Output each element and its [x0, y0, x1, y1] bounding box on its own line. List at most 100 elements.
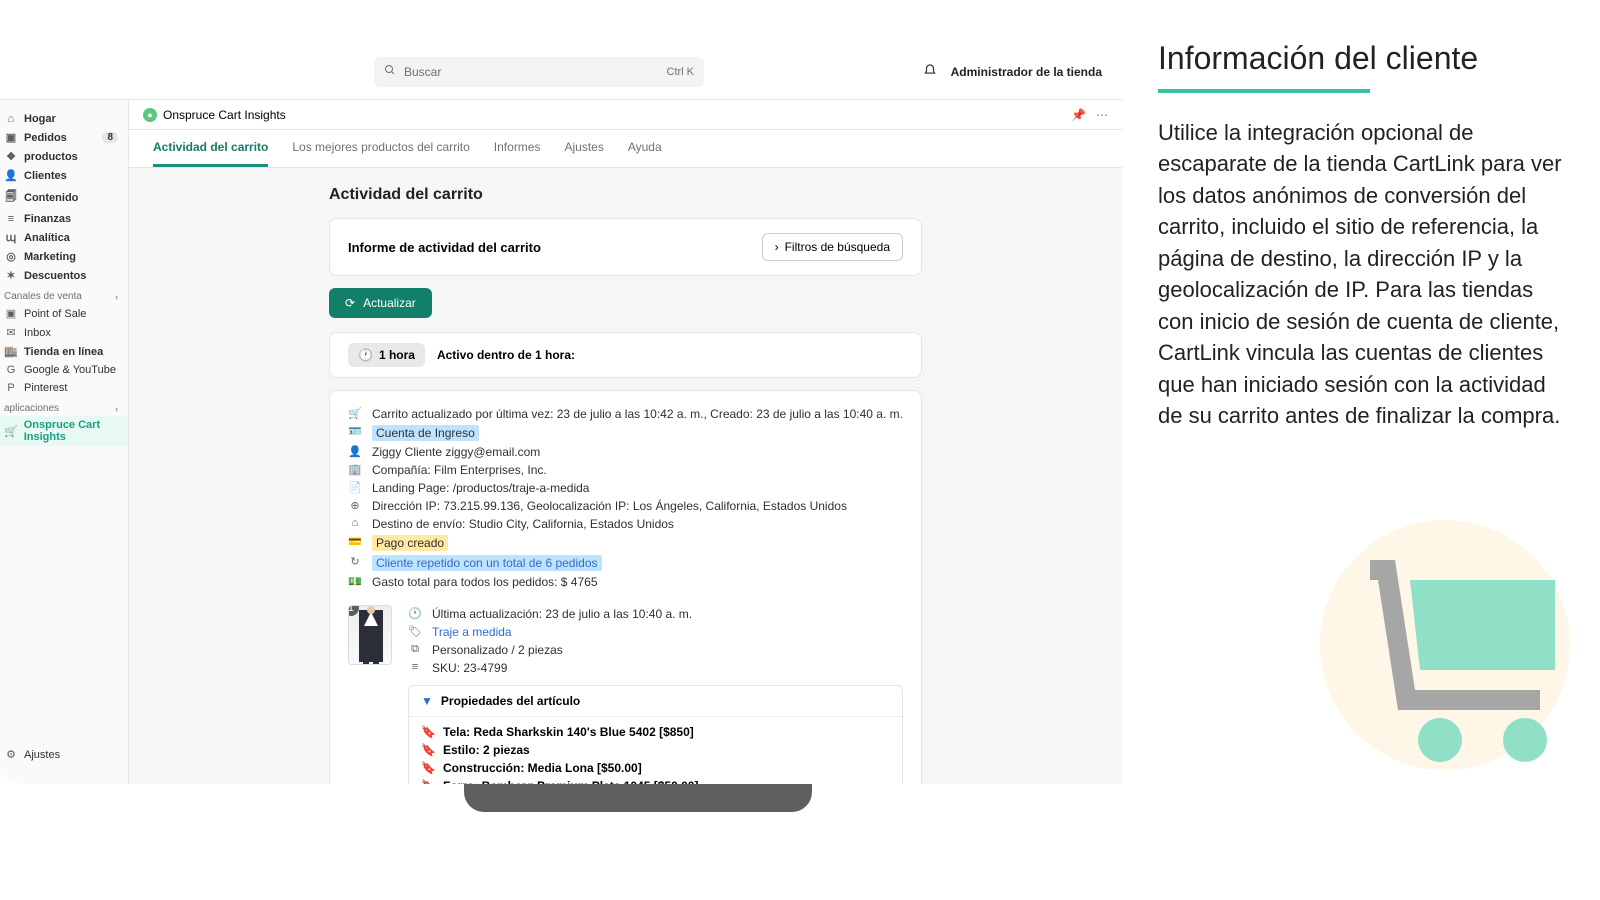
nav-content[interactable]: 🗐Contenido — [0, 185, 128, 210]
clock-icon: 🕐 — [358, 348, 373, 362]
app-logo-icon: ● — [143, 108, 157, 122]
prod-sku: ≡SKU: 23-4799 — [408, 659, 903, 677]
row-spend: 💵Gasto total para todos los pedidos: $ 4… — [348, 573, 903, 591]
device-stand — [464, 784, 812, 812]
gear-icon: ⚙ — [4, 748, 18, 761]
tag-icon: 🏷 — [408, 625, 422, 638]
user-menu[interactable]: Administrador de la tienda — [951, 65, 1102, 79]
time-chip[interactable]: 🕐 1 hora — [348, 343, 425, 367]
search-shortcut: Ctrl K — [667, 66, 695, 78]
channel-inbox[interactable]: ✉Inbox — [0, 323, 128, 342]
filter-icon: ▼ — [421, 694, 433, 708]
chevron-right-icon: › — [115, 292, 118, 302]
channel-google[interactable]: GGoogle & YouTube — [0, 361, 128, 379]
update-button[interactable]: ⟳ Actualizar — [329, 288, 432, 318]
page-icon: 📄 — [348, 481, 362, 494]
row-last-update: 🛒Carrito actualizado por última vez: 23 … — [348, 405, 903, 423]
row-login: 🪪Cuenta de Ingreso — [348, 423, 903, 443]
pinterest-icon: P — [4, 382, 18, 394]
money-icon: 💵 — [348, 575, 362, 588]
tab-cart-activity[interactable]: Actividad del carrito — [153, 130, 268, 167]
promo-body: Utilice la integración opcional de escap… — [1158, 117, 1570, 432]
nav-discounts[interactable]: ✶Descuentos — [0, 266, 128, 285]
nav-products[interactable]: ❖productos — [0, 147, 128, 166]
cart-detail-card: 🛒Carrito actualizado por última vez: 23 … — [329, 390, 922, 784]
filters-button[interactable]: › Filtros de búsqueda — [762, 233, 903, 261]
nav-marketing[interactable]: ◎Marketing — [0, 247, 128, 266]
analytics-icon: պ — [4, 231, 18, 244]
section-channels[interactable]: Canales de venta› — [0, 285, 128, 304]
home-icon: ⌂ — [348, 517, 362, 529]
tab-settings[interactable]: Ajustes — [564, 130, 603, 167]
copy-icon: ⧉ — [408, 643, 422, 656]
pin-icon[interactable]: 📌 — [1071, 108, 1086, 122]
chevron-right-icon: › — [115, 404, 118, 414]
clock-icon: 🕐 — [408, 607, 422, 620]
app-header: ● Onspruce Cart Insights 📌 ⋯ — [129, 100, 1122, 130]
promo-underline — [1158, 89, 1370, 93]
topbar: Buscar Ctrl K Administrador de la tienda — [0, 44, 1122, 100]
prop-item: 🔖Estilo: 2 piezas — [421, 741, 890, 759]
row-ship: ⌂Destino de envío: Studio City, Californ… — [348, 515, 903, 533]
product-row: 1 🕐Última actualización: 23 de julio a l… — [348, 605, 903, 784]
channel-online-store[interactable]: 🏬Tienda en línea — [0, 342, 128, 361]
bookmark-icon: 🔖 — [421, 761, 435, 775]
time-label: Activo dentro de 1 hora: — [437, 348, 575, 362]
prod-name[interactable]: 🏷Traje a medida — [408, 623, 903, 641]
card-icon: 💳 — [348, 535, 362, 548]
promo-cart-illustration — [1320, 520, 1570, 770]
bookmark-icon: 🔖 — [421, 725, 435, 739]
nav-finance[interactable]: ≡Finanzas — [0, 210, 128, 228]
tab-help[interactable]: Ayuda — [628, 130, 662, 167]
app-onspruce[interactable]: 🛒Onspruce Cart Insights — [0, 416, 128, 446]
props-title-row[interactable]: ▼ Propiedades del artículo — [409, 686, 902, 717]
repeat-icon: ↻ — [348, 555, 362, 568]
search-input[interactable]: Buscar Ctrl K — [374, 57, 704, 87]
notifications-icon[interactable] — [923, 62, 937, 81]
google-icon: G — [4, 364, 18, 376]
prop-item: 🔖Tela: Reda Sharkskin 140's Blue 5402 [$… — [421, 723, 890, 741]
tab-top-products[interactable]: Los mejores productos del carrito — [292, 130, 469, 167]
finance-icon: ≡ — [4, 213, 18, 225]
content-icon: 🗐 — [4, 188, 18, 207]
orders-icon: ▣ — [4, 131, 18, 144]
tab-reports[interactable]: Informes — [494, 130, 541, 167]
props-box: ▼ Propiedades del artículo 🔖Tela: Reda S… — [408, 685, 903, 784]
search-placeholder: Buscar — [404, 65, 441, 79]
building-icon: 🏢 — [348, 463, 362, 476]
channel-pinterest[interactable]: PPinterest — [0, 379, 128, 397]
tabs: Actividad del carrito Los mejores produc… — [129, 130, 1122, 168]
app-name: Onspruce Cart Insights — [163, 108, 286, 122]
channel-pos[interactable]: ▣Point of Sale — [0, 304, 128, 323]
prod-updated: 🕐Última actualización: 23 de julio a las… — [408, 605, 903, 623]
page-title: Actividad del carrito — [329, 186, 922, 204]
section-apps[interactable]: aplicaciones› — [0, 397, 128, 416]
nav-customers[interactable]: 👤Clientes — [0, 166, 128, 185]
home-icon: ⌂ — [4, 113, 18, 125]
search-icon — [384, 64, 396, 79]
nav-home[interactable]: ⌂Hogar — [0, 110, 128, 128]
prop-item: 🔖Construcción: Media Lona [$50.00] — [421, 759, 890, 777]
prod-variant: ⧉Personalizado / 2 piezas — [408, 641, 903, 659]
app-viewport: Buscar Ctrl K Administrador de la tienda… — [0, 44, 1122, 784]
row-customer: 👤Ziggy Cliente ziggy@email.com — [348, 443, 903, 461]
globe-icon: ⊕ — [348, 499, 362, 512]
more-icon[interactable]: ⋯ — [1096, 108, 1108, 122]
bookmark-icon: 🔖 — [421, 743, 435, 757]
orders-badge: 8 — [102, 132, 118, 143]
nav-orders[interactable]: ▣Pedidos8 — [0, 128, 128, 147]
product-thumb[interactable]: 1 — [348, 605, 392, 665]
content-area: ● Onspruce Cart Insights 📌 ⋯ Actividad d… — [129, 100, 1122, 784]
chevron-right-icon: › — [775, 240, 779, 254]
row-paid: 💳Pago creado — [348, 533, 903, 553]
nav-analytics[interactable]: պAnalítica — [0, 228, 128, 247]
store-icon: 🏬 — [4, 345, 18, 358]
cart-icon: 🛒 — [4, 425, 18, 438]
bookmark-icon: 🔖 — [421, 779, 435, 784]
person-icon: 👤 — [348, 445, 362, 458]
id-card-icon: 🪪 — [348, 425, 362, 438]
nav-settings[interactable]: ⚙Ajustes — [0, 745, 128, 764]
row-ip: ⊕Dirección IP: 73.215.99.136, Geolocaliz… — [348, 497, 903, 515]
promo-panel: Información del cliente Utilice la integ… — [1128, 0, 1600, 900]
discounts-icon: ✶ — [4, 269, 18, 282]
